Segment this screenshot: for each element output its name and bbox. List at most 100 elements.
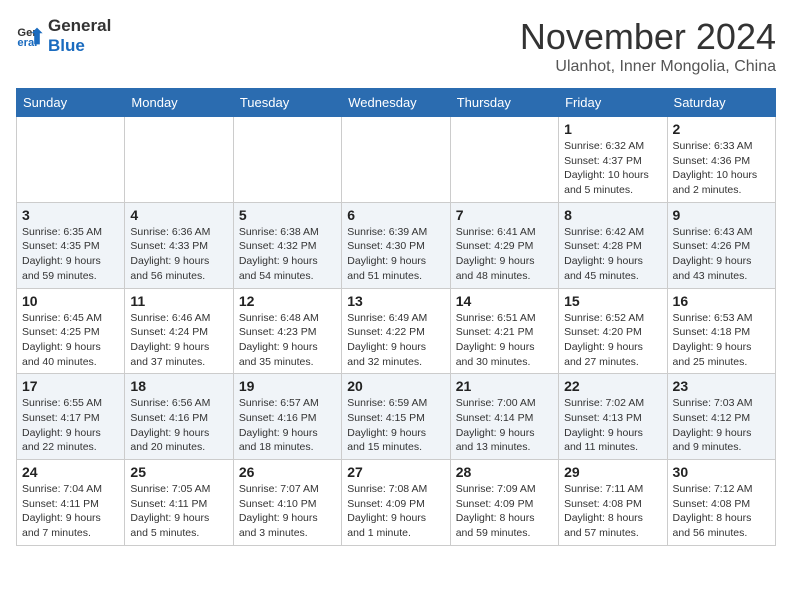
day-number: 30 xyxy=(673,464,770,480)
day-detail: Sunrise: 6:49 AM Sunset: 4:22 PM Dayligh… xyxy=(347,311,444,370)
day-detail: Sunrise: 6:48 AM Sunset: 4:23 PM Dayligh… xyxy=(239,311,336,370)
calendar-cell xyxy=(233,117,341,203)
day-detail: Sunrise: 6:42 AM Sunset: 4:28 PM Dayligh… xyxy=(564,225,661,284)
page-header: Gen eral General Blue November 2024 Ulan… xyxy=(16,16,776,76)
day-detail: Sunrise: 7:00 AM Sunset: 4:14 PM Dayligh… xyxy=(456,396,553,455)
weekday-header-sunday: Sunday xyxy=(17,89,125,117)
day-number: 24 xyxy=(22,464,119,480)
calendar-cell: 24 Sunrise: 7:04 AM Sunset: 4:11 PM Dayli… xyxy=(17,460,125,546)
day-detail: Sunrise: 6:39 AM Sunset: 4:30 PM Dayligh… xyxy=(347,225,444,284)
weekday-header-saturday: Saturday xyxy=(667,89,775,117)
day-number: 13 xyxy=(347,293,444,309)
calendar-header-row: SundayMondayTuesdayWednesdayThursdayFrid… xyxy=(17,89,776,117)
calendar-cell xyxy=(342,117,450,203)
calendar-cell: 18Sunrise: 6:56 AM Sunset: 4:16 PM Dayli… xyxy=(125,374,233,460)
calendar-table: SundayMondayTuesdayWednesdayThursdayFrid… xyxy=(16,88,776,546)
calendar-cell: 5 Sunrise: 6:38 AM Sunset: 4:32 PM Daylig… xyxy=(233,202,341,288)
day-number: 9 xyxy=(673,207,770,223)
calendar-cell xyxy=(17,117,125,203)
day-detail: Sunrise: 6:38 AM Sunset: 4:32 PM Dayligh… xyxy=(239,225,336,284)
calendar-cell: 13 Sunrise: 6:49 AM Sunset: 4:22 PM Dayli… xyxy=(342,288,450,374)
day-detail: Sunrise: 7:02 AM Sunset: 4:13 PM Dayligh… xyxy=(564,396,661,455)
day-number: 23 xyxy=(673,378,770,394)
day-number: 2 xyxy=(673,121,770,137)
day-number: 25 xyxy=(130,464,227,480)
day-detail: Sunrise: 6:55 AM Sunset: 4:17 PM Dayligh… xyxy=(22,396,119,455)
calendar-cell xyxy=(450,117,558,203)
calendar-cell: 23Sunrise: 7:03 AM Sunset: 4:12 PM Dayli… xyxy=(667,374,775,460)
day-number: 15 xyxy=(564,293,661,309)
day-number: 19 xyxy=(239,378,336,394)
day-detail: Sunrise: 7:12 AM Sunset: 4:08 PM Dayligh… xyxy=(673,482,770,541)
calendar-cell: 8 Sunrise: 6:42 AM Sunset: 4:28 PM Daylig… xyxy=(559,202,667,288)
location-subtitle: Ulanhot, Inner Mongolia, China xyxy=(520,58,776,76)
day-detail: Sunrise: 6:36 AM Sunset: 4:33 PM Dayligh… xyxy=(130,225,227,284)
day-number: 11 xyxy=(130,293,227,309)
calendar-week-2: 3Sunrise: 6:35 AM Sunset: 4:35 PM Daylig… xyxy=(17,202,776,288)
calendar-cell: 1 Sunrise: 6:32 AM Sunset: 4:37 PM Daylig… xyxy=(559,117,667,203)
calendar-cell: 20 Sunrise: 6:59 AM Sunset: 4:15 PM Dayli… xyxy=(342,374,450,460)
day-number: 29 xyxy=(564,464,661,480)
day-detail: Sunrise: 6:45 AM Sunset: 4:25 PM Dayligh… xyxy=(22,311,119,370)
day-number: 4 xyxy=(130,207,227,223)
day-detail: Sunrise: 6:32 AM Sunset: 4:37 PM Dayligh… xyxy=(564,139,661,198)
calendar-cell: 6 Sunrise: 6:39 AM Sunset: 4:30 PM Daylig… xyxy=(342,202,450,288)
day-detail: Sunrise: 7:04 AM Sunset: 4:11 PM Dayligh… xyxy=(22,482,119,541)
day-detail: Sunrise: 6:59 AM Sunset: 4:15 PM Dayligh… xyxy=(347,396,444,455)
calendar-cell: 2 Sunrise: 6:33 AM Sunset: 4:36 PM Daylig… xyxy=(667,117,775,203)
day-number: 22 xyxy=(564,378,661,394)
calendar-cell: 27Sunrise: 7:08 AM Sunset: 4:09 PM Dayli… xyxy=(342,460,450,546)
day-number: 6 xyxy=(347,207,444,223)
day-detail: Sunrise: 6:51 AM Sunset: 4:21 PM Dayligh… xyxy=(456,311,553,370)
calendar-cell: 4 Sunrise: 6:36 AM Sunset: 4:33 PM Daylig… xyxy=(125,202,233,288)
calendar-cell: 21 Sunrise: 7:00 AM Sunset: 4:14 PM Dayli… xyxy=(450,374,558,460)
day-number: 28 xyxy=(456,464,553,480)
day-detail: Sunrise: 7:07 AM Sunset: 4:10 PM Dayligh… xyxy=(239,482,336,541)
day-detail: Sunrise: 7:11 AM Sunset: 4:08 PM Dayligh… xyxy=(564,482,661,541)
calendar-cell: 28 Sunrise: 7:09 AM Sunset: 4:09 PM Dayli… xyxy=(450,460,558,546)
day-detail: Sunrise: 7:05 AM Sunset: 4:11 PM Dayligh… xyxy=(130,482,227,541)
day-number: 16 xyxy=(673,293,770,309)
day-number: 26 xyxy=(239,464,336,480)
logo-icon: Gen eral xyxy=(16,22,44,50)
calendar-cell: 16Sunrise: 6:53 AM Sunset: 4:18 PM Dayli… xyxy=(667,288,775,374)
logo: Gen eral General Blue xyxy=(16,16,111,57)
calendar-cell: 9 Sunrise: 6:43 AM Sunset: 4:26 PM Daylig… xyxy=(667,202,775,288)
calendar-week-1: 1 Sunrise: 6:32 AM Sunset: 4:37 PM Daylig… xyxy=(17,117,776,203)
calendar-cell: 7Sunrise: 6:41 AM Sunset: 4:29 PM Daylig… xyxy=(450,202,558,288)
day-detail: Sunrise: 7:09 AM Sunset: 4:09 PM Dayligh… xyxy=(456,482,553,541)
day-number: 20 xyxy=(347,378,444,394)
weekday-header-monday: Monday xyxy=(125,89,233,117)
day-number: 12 xyxy=(239,293,336,309)
day-number: 14 xyxy=(456,293,553,309)
calendar-cell: 19 Sunrise: 6:57 AM Sunset: 4:16 PM Dayli… xyxy=(233,374,341,460)
calendar-cell: 3Sunrise: 6:35 AM Sunset: 4:35 PM Daylig… xyxy=(17,202,125,288)
calendar-cell: 17Sunrise: 6:55 AM Sunset: 4:17 PM Dayli… xyxy=(17,374,125,460)
day-number: 21 xyxy=(456,378,553,394)
calendar-cell: 22 Sunrise: 7:02 AM Sunset: 4:13 PM Dayli… xyxy=(559,374,667,460)
day-number: 27 xyxy=(347,464,444,480)
weekday-header-tuesday: Tuesday xyxy=(233,89,341,117)
calendar-cell: 30 Sunrise: 7:12 AM Sunset: 4:08 PM Dayli… xyxy=(667,460,775,546)
day-detail: Sunrise: 6:43 AM Sunset: 4:26 PM Dayligh… xyxy=(673,225,770,284)
calendar-cell: 14 Sunrise: 6:51 AM Sunset: 4:21 PM Dayli… xyxy=(450,288,558,374)
day-detail: Sunrise: 6:41 AM Sunset: 4:29 PM Dayligh… xyxy=(456,225,553,284)
day-detail: Sunrise: 6:57 AM Sunset: 4:16 PM Dayligh… xyxy=(239,396,336,455)
calendar-cell: 29 Sunrise: 7:11 AM Sunset: 4:08 PM Dayli… xyxy=(559,460,667,546)
day-number: 1 xyxy=(564,121,661,137)
day-number: 5 xyxy=(239,207,336,223)
calendar-cell: 25 Sunrise: 7:05 AM Sunset: 4:11 PM Dayli… xyxy=(125,460,233,546)
month-title: November 2024 xyxy=(520,16,776,58)
calendar-cell: 26 Sunrise: 7:07 AM Sunset: 4:10 PM Dayli… xyxy=(233,460,341,546)
day-number: 18 xyxy=(130,378,227,394)
calendar-week-3: 10Sunrise: 6:45 AM Sunset: 4:25 PM Dayli… xyxy=(17,288,776,374)
calendar-cell: 12 Sunrise: 6:48 AM Sunset: 4:23 PM Dayli… xyxy=(233,288,341,374)
day-number: 3 xyxy=(22,207,119,223)
day-number: 8 xyxy=(564,207,661,223)
weekday-header-thursday: Thursday xyxy=(450,89,558,117)
day-detail: Sunrise: 6:52 AM Sunset: 4:20 PM Dayligh… xyxy=(564,311,661,370)
day-detail: Sunrise: 6:33 AM Sunset: 4:36 PM Dayligh… xyxy=(673,139,770,198)
logo-line1: General xyxy=(48,16,111,36)
logo-line2: Blue xyxy=(48,36,111,56)
calendar-cell: 11Sunrise: 6:46 AM Sunset: 4:24 PM Dayli… xyxy=(125,288,233,374)
